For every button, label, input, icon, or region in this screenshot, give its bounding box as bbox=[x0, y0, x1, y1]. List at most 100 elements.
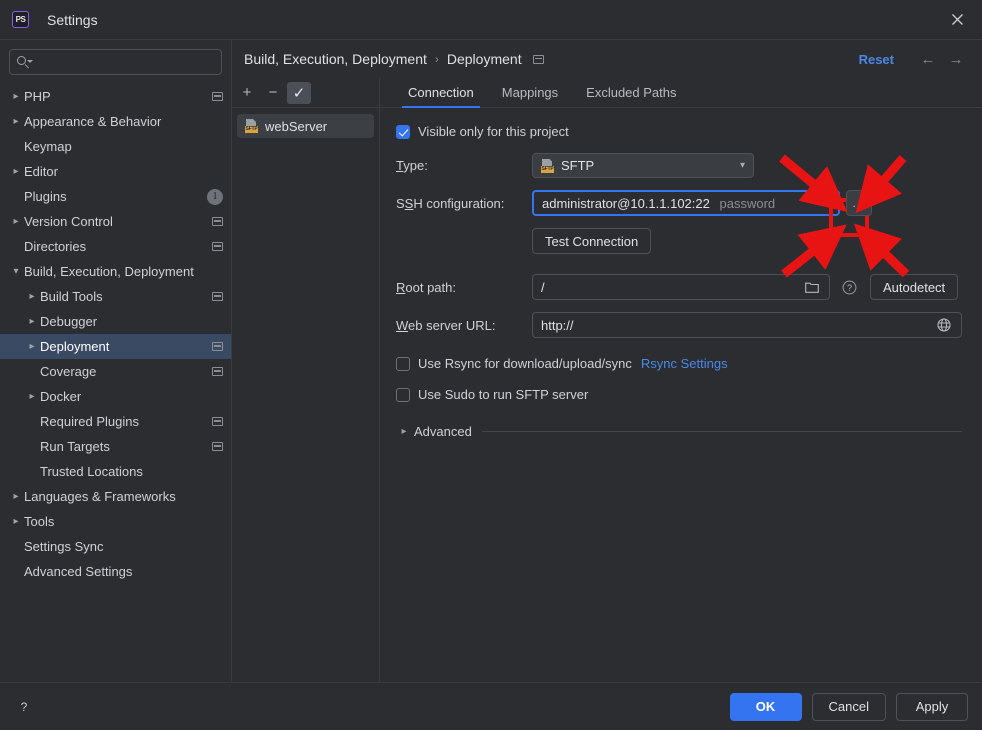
main-panel: Build, Execution, Deployment › Deploymen… bbox=[232, 40, 982, 682]
sidebar-item-keymap[interactable]: Keymap bbox=[0, 134, 231, 159]
search-input[interactable] bbox=[31, 54, 214, 70]
sidebar-item-debugger[interactable]: ▸ Debugger bbox=[0, 309, 231, 334]
restore-defaults-icon[interactable] bbox=[212, 442, 223, 451]
tab-excluded-paths[interactable]: Excluded Paths bbox=[572, 85, 690, 107]
breadcrumb-bar: Build, Execution, Deployment › Deploymen… bbox=[232, 40, 982, 78]
sudo-checkbox[interactable] bbox=[396, 387, 410, 402]
sidebar-item-tools[interactable]: ▸ Tools bbox=[0, 509, 231, 534]
server-list-item[interactable]: SFTP webServer bbox=[237, 114, 374, 138]
sidebar-item-label: Keymap bbox=[24, 139, 72, 154]
ssh-auth-hint: password bbox=[719, 195, 776, 211]
restore-defaults-icon[interactable] bbox=[212, 92, 223, 101]
sidebar-item-required-plugins[interactable]: Required Plugins bbox=[0, 409, 231, 434]
forward-arrow-icon[interactable]: → bbox=[942, 46, 970, 72]
chevron-right-icon[interactable]: ▸ bbox=[8, 91, 24, 102]
autodetect-button[interactable]: Autodetect bbox=[870, 274, 959, 300]
sidebar-item-version-control[interactable]: ▸ Version Control bbox=[0, 209, 231, 234]
sidebar-item-label: Tools bbox=[24, 514, 55, 529]
help-icon[interactable]: ? bbox=[14, 697, 34, 717]
chevron-right-icon[interactable]: ▸ bbox=[8, 166, 24, 177]
advanced-label: Advanced bbox=[414, 424, 472, 439]
chevron-right-icon[interactable]: ▸ bbox=[24, 391, 40, 402]
sidebar-item-label: Advanced Settings bbox=[24, 564, 133, 579]
rsync-label: Use Rsync for download/upload/sync bbox=[418, 356, 632, 371]
search-box[interactable] bbox=[9, 49, 222, 75]
ssh-configuration-label: SSH configuration: bbox=[396, 195, 505, 211]
advanced-section-header[interactable]: ▸ Advanced bbox=[396, 424, 962, 439]
sidebar-item-label: Required Plugins bbox=[40, 414, 140, 429]
visible-only-checkbox[interactable] bbox=[396, 124, 410, 139]
restore-defaults-icon[interactable] bbox=[212, 217, 223, 226]
chevron-right-icon[interactable]: ▸ bbox=[8, 116, 24, 127]
back-arrow-icon[interactable]: ← bbox=[914, 46, 942, 72]
root-path-row: Root path: / ? Autodetect bbox=[396, 274, 962, 300]
ssh-configuration-select[interactable]: administrator@10.1.1.102:22 password ▾ bbox=[532, 190, 840, 216]
restore-defaults-icon[interactable] bbox=[212, 242, 223, 251]
tab-connection[interactable]: Connection bbox=[394, 85, 488, 108]
add-server-button[interactable]: + bbox=[235, 82, 259, 104]
type-row: Type: SFTP SFTP ▾ bbox=[396, 153, 962, 178]
restore-defaults-icon[interactable] bbox=[212, 417, 223, 426]
chevron-down-icon[interactable]: ▾ bbox=[8, 266, 24, 277]
sidebar-item-trusted-locations[interactable]: Trusted Locations bbox=[0, 459, 231, 484]
reset-link[interactable]: Reset bbox=[859, 52, 894, 67]
test-connection-row: Test Connection bbox=[396, 228, 962, 254]
sidebar-item-label: Docker bbox=[40, 389, 82, 404]
sidebar-item-advanced-settings[interactable]: Advanced Settings bbox=[0, 559, 231, 584]
remove-server-button[interactable]: − bbox=[261, 82, 285, 104]
root-path-input[interactable]: / bbox=[532, 274, 830, 300]
content-area: + − ✓ SFTP webServer Connection Mappings Ex… bbox=[232, 78, 982, 682]
root-path-help-icon[interactable]: ? bbox=[836, 274, 862, 300]
sidebar-item-languages-frameworks[interactable]: ▸ Languages & Frameworks bbox=[0, 484, 231, 509]
restore-defaults-icon[interactable] bbox=[212, 342, 223, 351]
sidebar-item-run-targets[interactable]: Run Targets bbox=[0, 434, 231, 459]
sidebar-item-label: PHP bbox=[24, 89, 51, 104]
restore-defaults-icon[interactable] bbox=[212, 367, 223, 376]
folder-icon[interactable] bbox=[799, 274, 825, 300]
rsync-checkbox[interactable] bbox=[396, 356, 410, 371]
sidebar-item-build-tools[interactable]: ▸ Build Tools bbox=[0, 284, 231, 309]
sidebar-item-editor[interactable]: ▸ Editor bbox=[0, 159, 231, 184]
sidebar-item-plugins[interactable]: Plugins 1 bbox=[0, 184, 231, 209]
type-select[interactable]: SFTP SFTP ▾ bbox=[532, 153, 754, 178]
root-path-value: / bbox=[541, 279, 545, 295]
sidebar-item-build-execution-deployment[interactable]: ▾ Build, Execution, Deployment bbox=[0, 259, 231, 284]
chevron-right-icon[interactable]: ▸ bbox=[8, 491, 24, 502]
tab-mappings[interactable]: Mappings bbox=[488, 85, 572, 107]
chevron-right-icon[interactable]: ▸ bbox=[8, 216, 24, 227]
sidebar-item-label: Appearance & Behavior bbox=[24, 114, 162, 129]
web-server-url-value: http:// bbox=[541, 317, 574, 333]
ssh-configuration-value-wrap: administrator@10.1.1.102:22 password bbox=[542, 196, 827, 211]
rsync-settings-link[interactable]: Rsync Settings bbox=[641, 356, 728, 371]
chevron-right-icon[interactable]: ▸ bbox=[24, 291, 40, 302]
sidebar-item-label: Languages & Frameworks bbox=[24, 489, 176, 504]
title-bar: PS Settings bbox=[0, 0, 982, 40]
type-label: Type: bbox=[396, 158, 428, 173]
ok-button[interactable]: OK bbox=[729, 692, 802, 721]
breadcrumb-root[interactable]: Build, Execution, Deployment bbox=[244, 51, 427, 67]
apply-button[interactable]: Apply bbox=[896, 692, 968, 721]
sidebar-item-appearance-behavior[interactable]: ▸ Appearance & Behavior bbox=[0, 109, 231, 134]
ssh-configuration-browse-button[interactable]: ... bbox=[846, 190, 872, 216]
sidebar-item-docker[interactable]: ▸ Docker bbox=[0, 384, 231, 409]
sidebar-item-label: Version Control bbox=[24, 214, 113, 229]
chevron-right-icon[interactable]: ▸ bbox=[8, 516, 24, 527]
chevron-right-icon[interactable]: ▸ bbox=[24, 316, 40, 327]
web-server-url-input[interactable]: http:// bbox=[532, 312, 962, 338]
close-icon[interactable] bbox=[942, 5, 972, 35]
cancel-button[interactable]: Cancel bbox=[811, 692, 886, 721]
chevron-right-icon[interactable]: ▸ bbox=[24, 341, 40, 352]
sidebar-item-label: Directories bbox=[24, 239, 87, 254]
set-default-server-button[interactable]: ✓ bbox=[287, 81, 311, 104]
test-connection-button[interactable]: Test Connection bbox=[532, 228, 652, 254]
visible-only-row[interactable]: Visible only for this project bbox=[396, 124, 962, 139]
sidebar-item-php[interactable]: ▸ PHP bbox=[0, 84, 231, 109]
restore-defaults-icon[interactable] bbox=[532, 54, 544, 64]
sidebar-item-deployment[interactable]: ▸ Deployment bbox=[0, 334, 231, 359]
sidebar-item-settings-sync[interactable]: Settings Sync bbox=[0, 534, 231, 559]
sidebar-item-label: Build, Execution, Deployment bbox=[24, 264, 194, 279]
sidebar-item-directories[interactable]: Directories bbox=[0, 234, 231, 259]
restore-defaults-icon[interactable] bbox=[212, 292, 223, 301]
globe-icon[interactable] bbox=[931, 312, 957, 338]
sidebar-item-coverage[interactable]: Coverage bbox=[0, 359, 231, 384]
